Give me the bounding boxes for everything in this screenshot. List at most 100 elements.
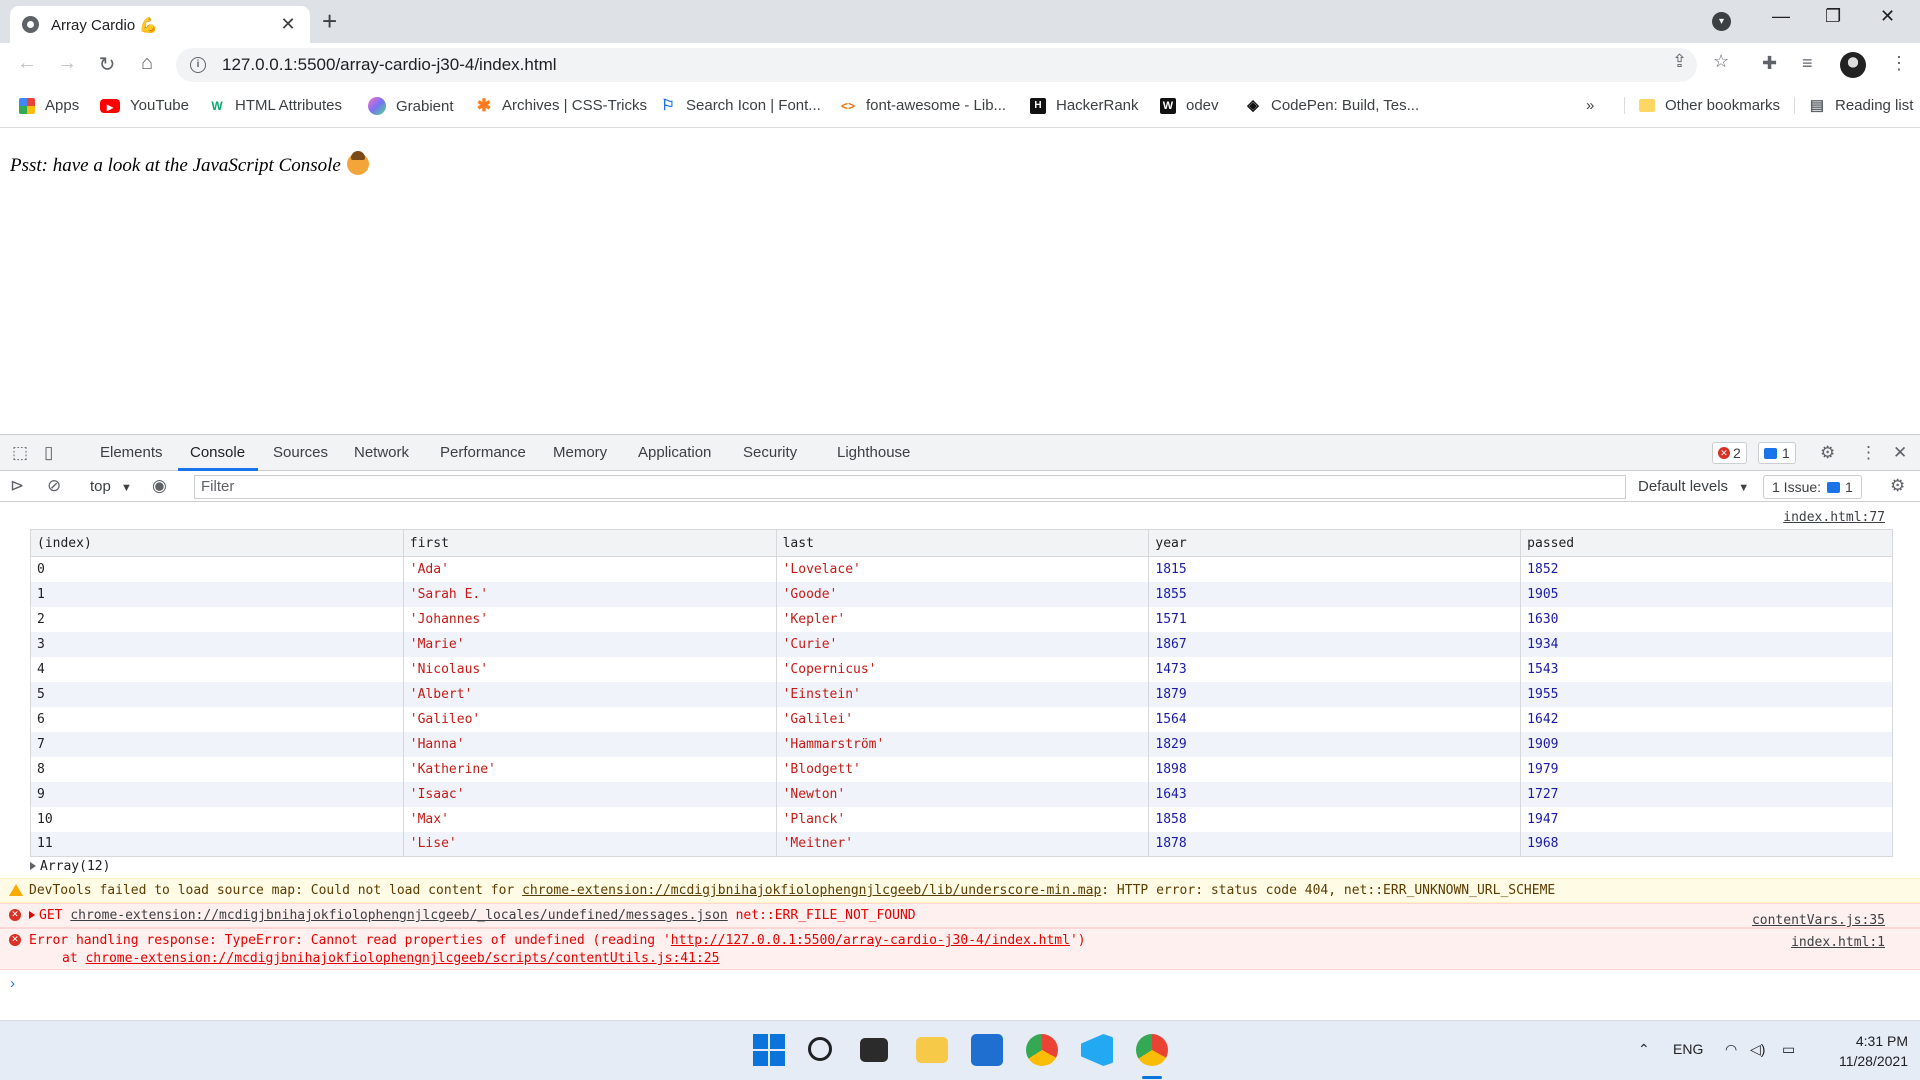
address-bar[interactable]: i 127.0.0.1:5500/array-cardio-j30-4/inde… (176, 48, 1697, 82)
start-windows-icon[interactable] (753, 1034, 785, 1066)
bookmarks-overflow-button[interactable]: » (1586, 97, 1594, 114)
system-clock[interactable]: 4:31 PM 11/28/2021 (1839, 1031, 1908, 1071)
close-devtools-icon[interactable]: ✕ (1893, 443, 1907, 463)
context-select[interactable]: top ▼ (90, 478, 132, 495)
home-icon[interactable]: ⌂ (134, 52, 160, 75)
menu-kebab-icon[interactable]: ⋮ (1890, 53, 1908, 74)
table-header-cell[interactable]: passed (1520, 529, 1893, 557)
console-settings-gear-icon[interactable]: ⚙ (1890, 476, 1905, 496)
bookmark-odev[interactable]: W odev (1160, 97, 1219, 114)
wifi-icon[interactable]: ◠ (1725, 1041, 1737, 1058)
clear-console-icon[interactable]: ⊘ (47, 476, 61, 496)
log-levels-select[interactable]: Default levels ▼ (1638, 478, 1749, 495)
active-tab-indicator (178, 468, 258, 471)
error-source-link[interactable]: index.html:1 (1791, 934, 1885, 952)
reload-icon[interactable]: ↻ (94, 52, 120, 77)
error-url-link[interactable]: http://127.0.0.1:5500/array-cardio-j30-4… (671, 933, 1070, 948)
table-header-cell[interactable]: (index) (30, 529, 404, 557)
close-tab-icon[interactable]: ✕ (278, 14, 298, 35)
tab-performance[interactable]: Performance (440, 444, 526, 461)
table-header-cell[interactable]: first (402, 529, 777, 557)
chrome-icon[interactable] (1026, 1034, 1058, 1066)
table-header-cell[interactable]: year (1148, 529, 1522, 557)
language-indicator[interactable]: ENG (1673, 1041, 1703, 1057)
reading-list[interactable]: ▤ Reading list (1794, 97, 1913, 114)
expand-triangle-icon[interactable] (30, 862, 36, 870)
bookmark-css-tricks[interactable]: ✱ Archives | CSS-Tricks (476, 97, 647, 115)
tab-network[interactable]: Network (354, 444, 409, 461)
bookmark-label: font-awesome - Lib... (866, 97, 1007, 114)
devtools-menu-icon[interactable]: ⋮ (1860, 443, 1877, 463)
live-expression-eye-icon[interactable]: ◉ (152, 476, 167, 496)
log-levels-value: Default levels (1638, 478, 1729, 495)
store-icon[interactable] (971, 1034, 1003, 1066)
table-source-link[interactable]: index.html:77 (1783, 510, 1885, 525)
settings-gear-icon[interactable]: ⚙ (1820, 443, 1835, 463)
table-cell: 1829 (1148, 731, 1522, 757)
console-prompt[interactable]: › (10, 975, 15, 992)
extensions-icon[interactable]: ✚ (1762, 53, 1777, 74)
issues-button[interactable]: 1 Issue: 1 (1763, 475, 1862, 499)
other-bookmarks[interactable]: Other bookmarks (1624, 97, 1780, 114)
bookmark-star-icon[interactable]: ☆ (1713, 51, 1729, 72)
stack-frame-link[interactable]: chrome-extension://mcdigjbnihajokfioloph… (85, 951, 719, 966)
table-cell: 'Katherine' (402, 756, 777, 782)
warning-source-map-link[interactable]: chrome-extension://mcdigjbnihajokfioloph… (522, 883, 1101, 898)
sidebar-toggle-icon[interactable]: ⊳ (10, 476, 24, 496)
bookmark-hackerrank[interactable]: H HackerRank (1030, 97, 1139, 114)
back-icon[interactable]: ← (14, 52, 40, 75)
bookmark-codepen[interactable]: ◈ CodePen: Build, Tes... (1245, 97, 1419, 114)
table-cell: 10 (30, 806, 404, 832)
chrome-canary-icon[interactable] (1136, 1034, 1168, 1066)
tab-sources[interactable]: Sources (273, 444, 328, 461)
bookmark-label: Search Icon | Font... (686, 97, 821, 114)
table-header-cell[interactable]: last (775, 529, 1150, 557)
table-cell: 'Max' (402, 806, 777, 832)
tab-elements[interactable]: Elements (100, 444, 163, 461)
bookmark-apps[interactable]: Apps (19, 97, 79, 114)
array-summary[interactable]: Array(12) (30, 859, 110, 874)
bookmark-grabient[interactable]: Grabient (368, 97, 454, 115)
minimize-icon[interactable]: — (1772, 6, 1790, 27)
bookmark-font-awesome[interactable]: <> font-awesome - Lib... (840, 97, 1006, 114)
task-view-icon[interactable] (860, 1038, 888, 1062)
profile-avatar[interactable] (1840, 52, 1866, 78)
volume-icon[interactable]: ◁) (1750, 1041, 1765, 1058)
bookmark-search-icon[interactable]: ⚐ Search Icon | Font... (660, 97, 821, 114)
new-tab-icon[interactable]: + (322, 8, 337, 34)
search-icon[interactable] (808, 1037, 832, 1061)
table-cell: 1955 (1520, 681, 1893, 707)
expand-triangle-icon[interactable] (29, 911, 35, 919)
console-warning: DevTools failed to load source map: Coul… (0, 878, 1920, 903)
tab-search-icon[interactable]: ▾ (1712, 12, 1731, 31)
close-window-icon[interactable]: ✕ (1880, 6, 1895, 27)
vscode-icon[interactable] (1081, 1034, 1113, 1066)
bookmark-youtube[interactable]: ▸ YouTube (100, 97, 189, 114)
error-text-end: ') (1069, 933, 1086, 948)
error-counter[interactable]: ✕ 2 (1712, 442, 1747, 464)
device-toolbar-icon[interactable]: ▯ (44, 443, 53, 463)
table-row: 3 'Marie' 'Curie' 1867 1934 (30, 631, 1893, 657)
tab-memory[interactable]: Memory (553, 444, 607, 461)
inspect-element-icon[interactable]: ⬚ (12, 443, 28, 463)
error-resource-link[interactable]: chrome-extension://mcdigjbnihajokfioloph… (70, 908, 727, 923)
tab-security[interactable]: Security (743, 444, 797, 461)
table-cell: 8 (30, 756, 404, 782)
file-explorer-icon[interactable] (916, 1037, 948, 1063)
info-counter[interactable]: 1 (1758, 442, 1796, 464)
site-info-icon[interactable]: i (190, 57, 206, 73)
console-filter-input[interactable]: Filter (194, 475, 1626, 499)
tab-strip: Array Cardio 💪 ✕ + ▾ — ❐ ✕ (0, 0, 1920, 43)
share-icon[interactable]: ⇪ (1672, 51, 1687, 72)
bookmark-html-attributes[interactable]: W HTML Attributes (209, 97, 342, 114)
chevron-up-icon[interactable]: ⌃ (1638, 1041, 1650, 1058)
media-control-icon[interactable]: ≡ (1802, 53, 1813, 74)
tab-application[interactable]: Application (638, 444, 711, 461)
tab-lighthouse[interactable]: Lighthouse (837, 444, 910, 461)
tab-console[interactable]: Console (190, 444, 245, 461)
restore-icon[interactable]: ❐ (1825, 6, 1841, 27)
w-icon: W (1160, 97, 1176, 114)
battery-icon[interactable]: ▭ (1782, 1041, 1795, 1058)
browser-tab-active[interactable]: Array Cardio 💪 ✕ (10, 6, 310, 43)
forward-icon[interactable]: → (54, 52, 80, 75)
